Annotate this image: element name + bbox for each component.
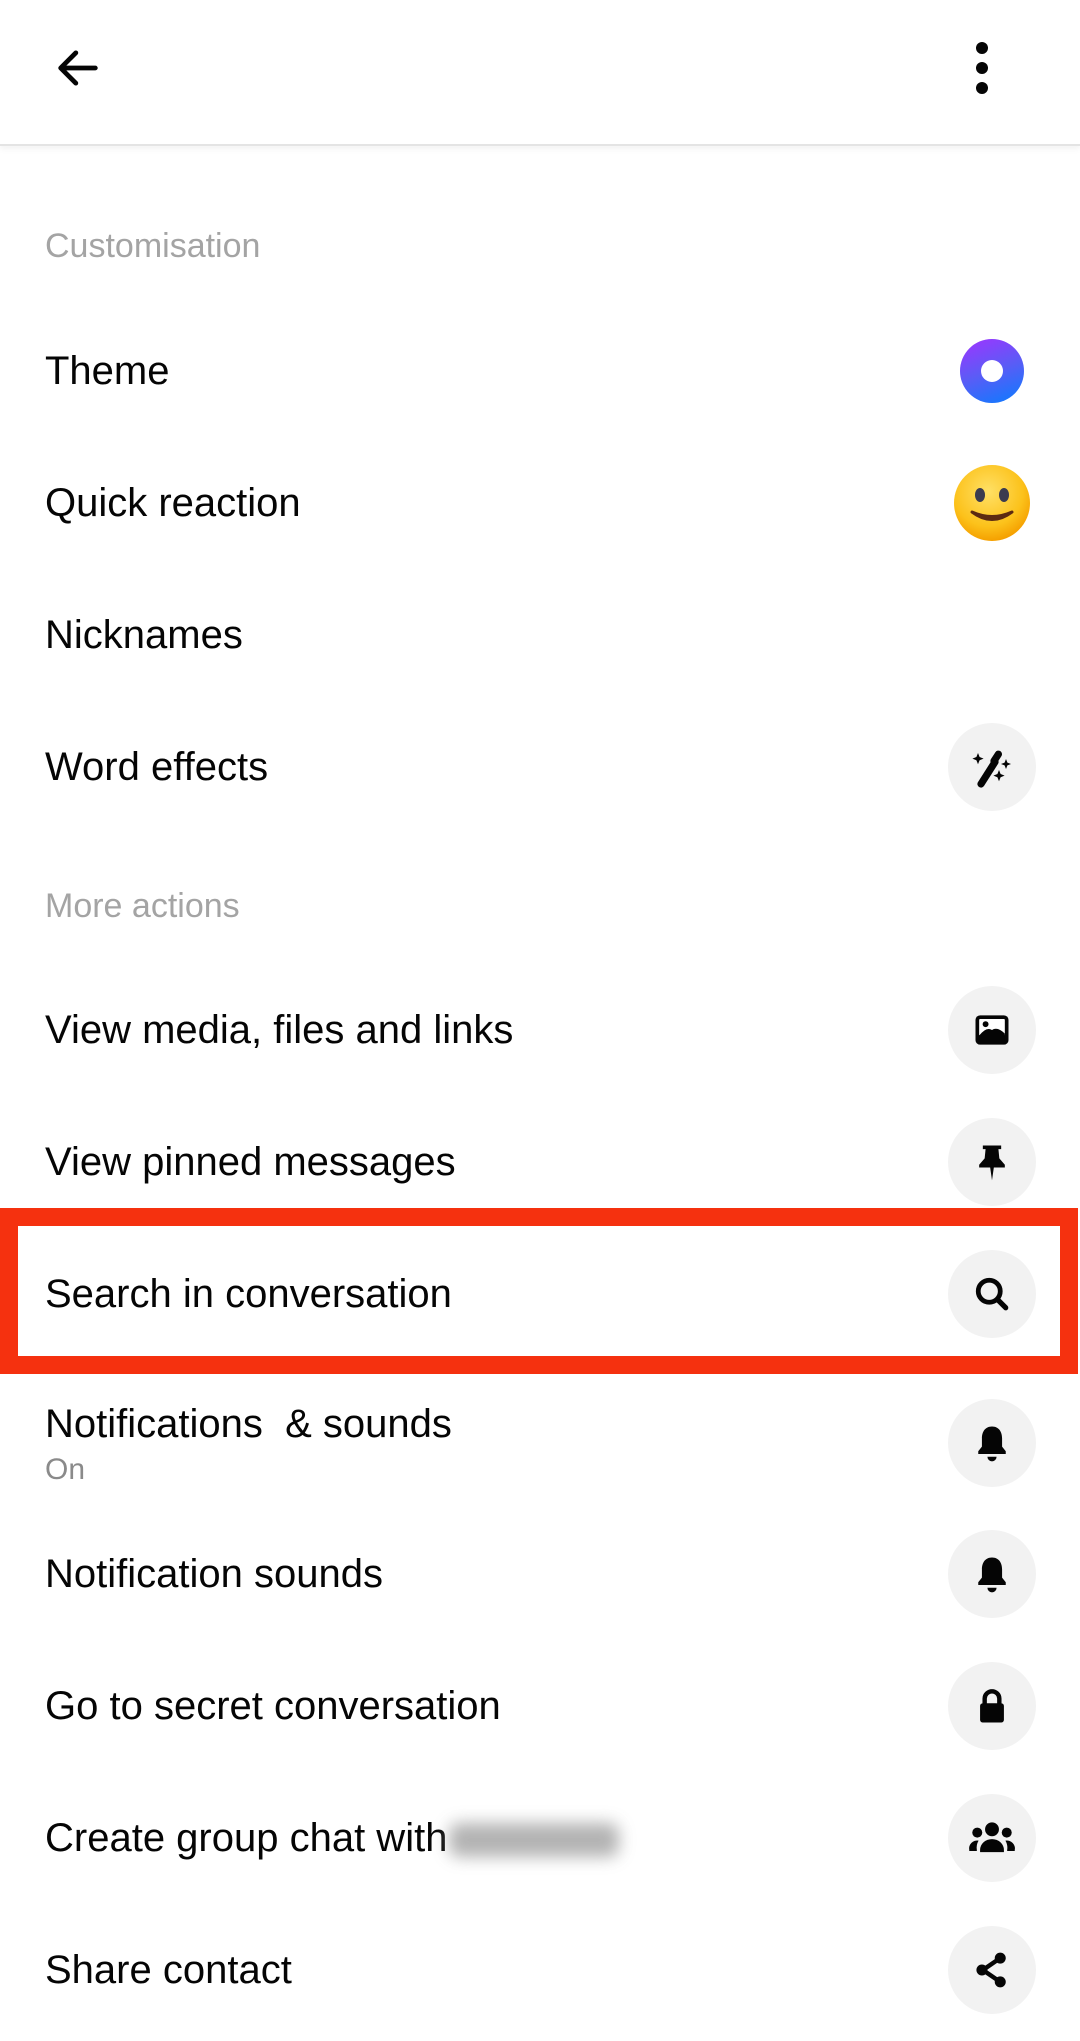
magic-wand-sparkles-icon: [972, 750, 1011, 788]
row-label: Search in conversation: [45, 1272, 452, 1316]
row-secret-conversation[interactable]: Go to secret conversation: [0, 1640, 1080, 1772]
row-label: Notifications & sounds: [45, 1402, 452, 1446]
section-title-more-actions: More actions: [45, 887, 240, 925]
row-notification-sounds[interactable]: Notification sounds: [0, 1508, 1080, 1640]
row-create-group-chat[interactable]: Create group chat with: [0, 1772, 1080, 1904]
row-label: View pinned messages: [45, 1140, 456, 1184]
row-notifications-sounds[interactable]: Notifications & sounds On: [0, 1374, 1080, 1524]
row-label: View media, files and links: [45, 1008, 514, 1052]
group-icon: [969, 1822, 1015, 1853]
row-word-effects[interactable]: Word effects: [0, 701, 1080, 833]
row-label: Nicknames: [45, 613, 243, 657]
lock-icon: [980, 1689, 1004, 1723]
section-title-customisation: Customisation: [45, 227, 261, 265]
row-label: Word effects: [45, 745, 269, 789]
row-label: Quick reaction: [45, 481, 301, 525]
arrow-left-icon: [58, 50, 98, 86]
row-label: Create group chat with: [45, 1814, 620, 1862]
theme-ring-icon: [960, 339, 1024, 403]
back-button[interactable]: [40, 30, 116, 106]
row-label: Theme: [45, 349, 170, 393]
row-quick-reaction[interactable]: Quick reaction: [0, 437, 1080, 569]
row-theme[interactable]: Theme: [0, 305, 1080, 437]
row-share-contact[interactable]: Share contact: [0, 1904, 1080, 2036]
row-search-in-conversation[interactable]: Search in conversation: [0, 1228, 1080, 1360]
row-view-pinned[interactable]: View pinned messages: [0, 1096, 1080, 1228]
row-sublabel-status: On: [45, 1453, 86, 1486]
row-nicknames[interactable]: Nicknames: [0, 569, 1080, 701]
more-options-button[interactable]: [944, 30, 1020, 106]
bell-icon: [978, 1426, 1006, 1462]
smiley-emoji-icon: [954, 465, 1030, 541]
share-icon: [976, 1952, 1006, 1988]
app-header: [0, 0, 1080, 146]
image-icon: [975, 1015, 1009, 1045]
more-vertical-icon: [976, 42, 988, 94]
row-label: Go to secret conversation: [45, 1684, 501, 1728]
row-label: Share contact: [45, 1948, 292, 1992]
row-label: Notification sounds: [45, 1552, 383, 1596]
row-label-text: Create group chat with: [45, 1816, 448, 1860]
bell-icon: [978, 1557, 1006, 1593]
row-view-media[interactable]: View media, files and links: [0, 964, 1080, 1096]
redacted-contact-name: [449, 1823, 620, 1858]
pin-icon: [979, 1145, 1005, 1181]
search-icon: [975, 1277, 1009, 1311]
